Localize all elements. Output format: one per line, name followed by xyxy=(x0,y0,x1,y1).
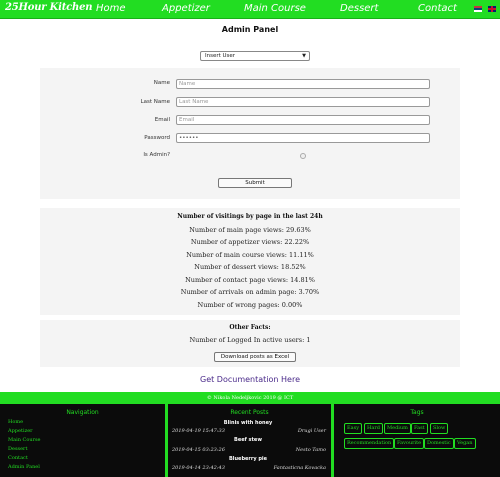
uk-flag-icon[interactable] xyxy=(488,6,496,12)
password-input[interactable]: •••••• xyxy=(176,133,430,143)
email-input[interactable]: Email xyxy=(176,115,430,125)
recent-post-author: Nesto Tamo xyxy=(295,447,326,453)
recent-post-title[interactable]: Beef stew xyxy=(168,437,328,443)
facts-title: Other Facts: xyxy=(229,324,271,331)
tag-hard[interactable]: Hard xyxy=(364,423,383,434)
recent-post-date: 2019-04-15 03:23:26 xyxy=(172,447,225,453)
tag-recommendation[interactable]: Recommendation xyxy=(344,438,395,449)
footer-tags-title: Tags xyxy=(410,409,424,416)
recent-post-title[interactable]: Blueberry pie xyxy=(168,456,328,462)
recent-post-author: Fantasticna Kovacka xyxy=(273,465,326,471)
tag-favourite[interactable]: Favourite xyxy=(394,438,425,449)
serbian-flag-icon[interactable] xyxy=(474,6,482,12)
brand-logo[interactable]: 25Hour Kitchen xyxy=(5,2,93,13)
is-admin-label: Is Admin? xyxy=(143,152,170,158)
stat-line: Number of arrivals on admin page: 3.70% xyxy=(180,288,320,296)
footer-link-contact[interactable]: Contact xyxy=(8,455,28,461)
facts-panel: Other Facts: Number of Logged In active … xyxy=(40,320,460,367)
recent-post-date: 2019-04-14 23:42:43 xyxy=(172,465,225,471)
user-form-panel: Name Name Last Name Last Name Email Emai… xyxy=(40,68,460,199)
stats-title: Number of visitings by page in the last … xyxy=(177,213,323,220)
copyright-bar: © Nikola Nedeljkovic 2019 @ ICT xyxy=(0,392,500,404)
footer-navigation-title: Navigation xyxy=(66,409,99,416)
footer-recent-title: Recent Posts xyxy=(230,409,269,416)
tag-fast[interactable]: Fast xyxy=(411,423,428,434)
lastname-label: Last Name xyxy=(140,99,170,105)
is-admin-checkbox[interactable] xyxy=(300,153,306,159)
action-select-value: Insert User xyxy=(205,53,236,59)
footer-link-home[interactable]: Home xyxy=(8,419,23,425)
password-label: Password xyxy=(144,135,170,141)
stat-line: Number of contact page views: 14.81% xyxy=(185,276,315,284)
recent-post-author: Drugi User xyxy=(297,428,326,434)
tag-vegan[interactable]: Vegan xyxy=(454,438,476,449)
documentation-link[interactable]: Get Documentation Here xyxy=(0,375,500,384)
recent-post-date: 2019-04-19 15:47:33 xyxy=(172,428,225,434)
footer-link-admin-panel[interactable]: Admin Panel xyxy=(8,464,40,470)
top-navbar: 25Hour Kitchen Home Appetizer Main Cours… xyxy=(0,0,500,19)
stat-line: Number of appetizer views: 22.22% xyxy=(190,238,310,246)
nav-item-contact[interactable]: Contact xyxy=(418,3,457,14)
name-label: Name xyxy=(153,80,170,86)
name-input[interactable]: Name xyxy=(176,79,430,89)
action-select[interactable]: Insert User ▼ xyxy=(200,51,310,61)
nav-item-appetizer[interactable]: Appetizer xyxy=(162,3,210,14)
footer-link-dessert[interactable]: Dessert xyxy=(8,446,27,452)
tag-domestic[interactable]: Domestic xyxy=(424,438,454,449)
submit-button[interactable]: Submit xyxy=(218,178,292,188)
tag-medium[interactable]: Medium xyxy=(384,423,411,434)
stat-line: Number of main page views: 29.63% xyxy=(189,226,311,234)
footer-link-appetizer[interactable]: Appetizer xyxy=(8,428,33,434)
download-excel-button[interactable]: Download posts as Excel xyxy=(214,352,296,362)
email-label: Email xyxy=(154,117,170,123)
stats-panel: Number of visitings by page in the last … xyxy=(40,208,460,315)
nav-item-dessert[interactable]: Dessert xyxy=(340,3,378,14)
footer-link-main-course[interactable]: Main Course xyxy=(8,437,40,443)
chevron-down-icon: ▼ xyxy=(302,53,306,59)
nav-item-main-course[interactable]: Main Course xyxy=(244,3,306,14)
tag-slow[interactable]: Slow xyxy=(430,423,449,434)
logged-in-count: Number of Logged In active users: 1 xyxy=(189,336,311,344)
lastname-input[interactable]: Last Name xyxy=(176,97,430,107)
stat-line: Number of main course views: 11.11% xyxy=(186,251,314,259)
stat-line: Number of wrong pages: 0.00% xyxy=(197,301,303,309)
tag-easy[interactable]: Easy xyxy=(344,423,363,434)
stat-line: Number of dessert views: 18.52% xyxy=(194,263,306,271)
nav-item-home[interactable]: Home xyxy=(96,3,126,14)
recent-post-title[interactable]: Blinis with honey xyxy=(168,420,328,426)
page-title: Admin Panel xyxy=(221,25,279,34)
